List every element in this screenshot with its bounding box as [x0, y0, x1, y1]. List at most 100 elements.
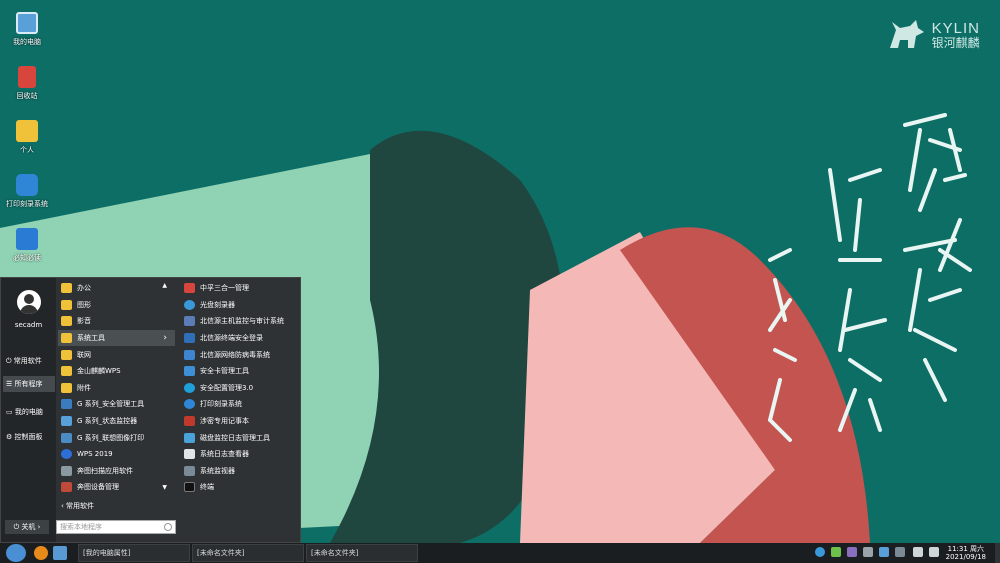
- app-pantum-device[interactable]: 奔图设备管理 ▼: [58, 479, 175, 496]
- print-burn-icon: [16, 174, 38, 196]
- submenu-item[interactable]: 安全卡管理工具: [181, 363, 301, 380]
- category-system-tools[interactable]: 系统工具 ›: [58, 329, 175, 347]
- app-label: 奔图设备管理: [77, 483, 119, 492]
- submenu-item[interactable]: 涉密专用记事本: [181, 413, 301, 430]
- chevron-right-icon: ›: [163, 333, 167, 344]
- category-label: 图形: [77, 300, 91, 309]
- disk-icon: [184, 432, 195, 443]
- clock-date: 2021/09/18: [945, 553, 986, 561]
- category-graphics[interactable]: 图形: [58, 297, 175, 314]
- folder-icon: [61, 283, 72, 294]
- category-wps[interactable]: 金山麒麟WPS: [58, 363, 175, 380]
- submenu-label: 系统监视器: [200, 466, 235, 475]
- submenu-item[interactable]: 中孚三合一管理: [181, 280, 301, 297]
- back-label: 常用软件: [66, 502, 95, 510]
- sidebar-item-control-panel[interactable]: ⚙ 控制面板: [3, 429, 55, 445]
- category-label: 系统工具: [77, 334, 105, 343]
- sidebar-item-label: 所有程序: [14, 380, 43, 388]
- submenu-item[interactable]: 北信源主机监控与审计系统: [181, 313, 301, 330]
- log-icon: [184, 449, 195, 460]
- app-label: WPS 2019: [77, 450, 113, 459]
- category-network[interactable]: 联网: [58, 346, 175, 363]
- submenu-item[interactable]: 安全配置管理3.0: [181, 380, 301, 397]
- app-wps-2019[interactable]: WPS 2019: [58, 446, 175, 463]
- folder-icon: [16, 120, 38, 142]
- submenu-item[interactable]: 磁盘监控日志管理工具: [181, 429, 301, 446]
- submenu-item[interactable]: 北信源终端安全登录: [181, 330, 301, 347]
- notepad-icon: [184, 416, 195, 427]
- category-media[interactable]: 影音: [58, 313, 175, 330]
- submenu-item[interactable]: 终端: [181, 479, 301, 496]
- app-g-image-print[interactable]: G 系列_联想图像打印: [58, 429, 175, 446]
- window-label: [未命名文件夹]: [311, 549, 359, 557]
- system-tools-submenu: 中孚三合一管理 光盘刻录器 北信源主机监控与审计系统 北信源终端安全登录 北信源…: [181, 280, 301, 496]
- avatar[interactable]: [17, 290, 41, 314]
- shutdown-label: 关机: [21, 523, 36, 531]
- start-menu-sidebar: secadm ⏻ 常用软件 ☰ 所有程序 ▭ 我的电脑 ⚙ 控制面板 ⏻ 关机 …: [1, 278, 56, 542]
- app-g-status-monitor[interactable]: G 系列_状态监控器: [58, 413, 175, 430]
- folder-icon: [61, 382, 72, 393]
- input-tray-icon[interactable]: [895, 547, 905, 557]
- window-label: [未命名文件夹]: [197, 549, 245, 557]
- security-tool-icon: [61, 399, 72, 410]
- app-label: 奔图扫描应用软件: [77, 466, 133, 475]
- submenu-item[interactable]: 打印刻录系统: [181, 396, 301, 413]
- username: secadm: [14, 321, 43, 329]
- sidebar-item-common-software[interactable]: ⏻ 常用软件: [3, 353, 55, 369]
- submenu-label: 中孚三合一管理: [200, 284, 249, 293]
- show-desktop-button[interactable]: [995, 543, 1000, 563]
- desktop-icon-label: 个人: [20, 146, 34, 154]
- category-label: 影音: [77, 317, 91, 326]
- desktop-icon-must-read[interactable]: 必知必读: [2, 228, 52, 263]
- search-input[interactable]: 搜索本地程序: [56, 520, 176, 534]
- clock[interactable]: 11:31 周六 2021/09/18: [946, 545, 986, 561]
- submenu-item[interactable]: 北信源网络防病毒系统: [181, 346, 301, 363]
- network-icon[interactable]: [815, 547, 825, 557]
- terminal-icon: [184, 482, 195, 493]
- submenu-item[interactable]: 系统日志查看器: [181, 446, 301, 463]
- start-button[interactable]: [6, 544, 26, 562]
- submenu-label: 安全卡管理工具: [200, 367, 249, 376]
- wps-icon: [61, 449, 72, 460]
- app-label: G 系列_状态监控器: [77, 417, 138, 426]
- category-office[interactable]: 办公 ▲: [58, 280, 175, 297]
- taskbar-window-folder[interactable]: [未命名文件夹]: [192, 544, 304, 562]
- kylin-logo: KYLIN 银河麒麟: [886, 18, 980, 52]
- sidebar-item-my-computer[interactable]: ▭ 我的电脑: [3, 404, 55, 420]
- desktop-icon-my-computer[interactable]: 我的电脑: [2, 12, 52, 47]
- app-pantum-scan[interactable]: 奔图扫描应用软件: [58, 463, 175, 480]
- submenu-label: 光盘刻录器: [200, 300, 235, 309]
- desktop-icon-label: 打印刻录系统: [6, 200, 48, 208]
- brand-wordmark: KYLIN: [931, 19, 980, 37]
- desktop-icon-personal[interactable]: 个人: [2, 120, 52, 155]
- printer-icon: [61, 432, 72, 443]
- desktop-icon-label: 必知必读: [13, 254, 41, 262]
- category-accessories[interactable]: 附件: [58, 380, 175, 397]
- zhongfu-icon: [184, 283, 195, 294]
- window-label: [我的电脑属性]: [83, 549, 131, 557]
- scanner-icon: [61, 465, 72, 476]
- submenu-item[interactable]: 系统监视器: [181, 463, 301, 480]
- desktop-icon-recycle-bin[interactable]: 回收站: [2, 66, 52, 101]
- firefox-icon[interactable]: [34, 546, 48, 560]
- antivirus-icon: [184, 349, 195, 360]
- update-icon[interactable]: [831, 547, 841, 557]
- back-to-common-software[interactable]: ‹ 常用软件: [61, 501, 94, 511]
- taskbar-window-folder[interactable]: [未命名文件夹]: [306, 544, 418, 562]
- notification-icon[interactable]: [929, 547, 939, 557]
- sidebar-item-all-programs[interactable]: ☰ 所有程序: [3, 376, 55, 392]
- folder-icon: [61, 299, 72, 310]
- app-g-security-tool[interactable]: G 系列_安全管理工具: [58, 396, 175, 413]
- monitor-tray-icon[interactable]: [879, 547, 889, 557]
- volume-icon[interactable]: [913, 547, 923, 557]
- printer-tray-icon[interactable]: [863, 547, 873, 557]
- taskbar-window-computer-properties[interactable]: [我的电脑属性]: [78, 544, 190, 562]
- folder-icon: [61, 366, 72, 377]
- submenu-item[interactable]: 光盘刻录器: [181, 297, 301, 314]
- clock-time: 11:31 周六: [947, 545, 985, 553]
- desktop-icon-print-burn[interactable]: 打印刻录系统: [2, 174, 52, 209]
- file-manager-icon[interactable]: [53, 546, 67, 560]
- shutdown-button[interactable]: ⏻ 关机 ›: [5, 520, 49, 534]
- device-icon: [61, 482, 72, 493]
- security-tray-icon[interactable]: [847, 547, 857, 557]
